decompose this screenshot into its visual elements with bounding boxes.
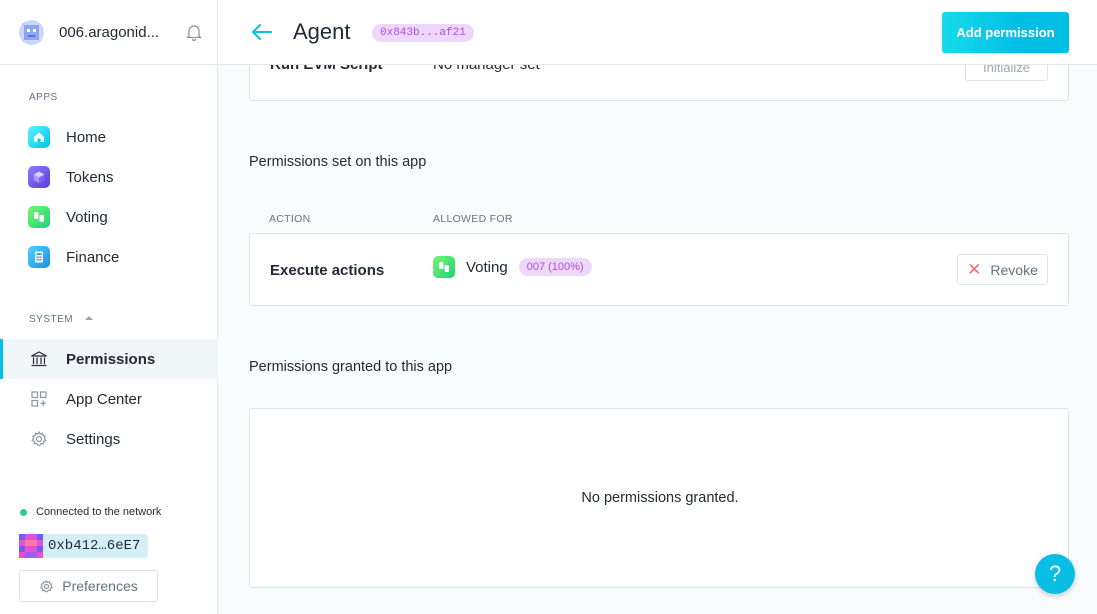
sidebar-item-voting[interactable]: Voting — [0, 197, 218, 237]
empty-state-message: No permissions granted. — [581, 490, 739, 506]
sidebar-item-finance[interactable]: Finance — [0, 237, 218, 277]
sidebar-item-tokens[interactable]: Tokens — [0, 157, 218, 197]
tokens-icon — [28, 166, 50, 188]
column-header-allowed-for: ALLOWED FOR — [433, 213, 513, 225]
finance-icon — [28, 246, 50, 268]
close-icon: ✕ — [967, 259, 982, 279]
app-address-badge[interactable]: 0x843b...af21 — [372, 24, 474, 42]
sidebar-item-label: Tokens — [66, 168, 114, 186]
apps-section-title: APPS — [29, 92, 58, 103]
permission-action: Execute actions — [270, 262, 385, 279]
permissions-set-title: Permissions set on this app — [249, 154, 427, 170]
column-header-action: ACTION — [269, 213, 311, 225]
permission-entity[interactable]: Voting 007 (100%) — [433, 256, 592, 278]
gear-icon — [28, 428, 50, 450]
org-switcher[interactable]: 006.aragonid... — [0, 0, 218, 65]
preferences-label: Preferences — [62, 578, 138, 594]
network-status[interactable]: Connected to the network — [20, 506, 161, 518]
table-row: Execute actions Voting 007 (100%) ✕ Revo… — [249, 233, 1069, 306]
org-avatar — [19, 19, 44, 45]
system-section-label: SYSTEM — [29, 314, 74, 325]
sidebar-item-permissions[interactable]: Permissions — [0, 339, 218, 379]
account-address: 0xb412…6eE7 — [48, 538, 141, 554]
network-status-text: Connected to the network — [36, 506, 162, 518]
help-button[interactable]: ? — [1035, 554, 1075, 594]
sidebar-item-label: Permissions — [66, 350, 156, 368]
sidebar-item-label: Voting — [66, 208, 108, 226]
org-name: 006.aragonid... — [59, 23, 160, 41]
bell-icon[interactable] — [185, 24, 203, 42]
network-status-dot — [20, 508, 27, 516]
entity-name: Voting — [466, 258, 508, 276]
voting-icon — [28, 206, 50, 228]
sidebar-item-label: Settings — [66, 430, 121, 448]
sidebar-item-label: Home — [66, 128, 107, 146]
account-badge[interactable]: 0xb412…6eE7 — [19, 534, 149, 558]
caret-up-icon — [85, 315, 94, 320]
permissions-granted-title: Permissions granted to this app — [249, 359, 453, 375]
sidebar-item-app-center[interactable]: App Center — [0, 379, 218, 419]
system-section-title[interactable]: SYSTEM — [29, 314, 94, 325]
page-title: Agent — [293, 19, 351, 44]
sidebar-item-home[interactable]: Home — [0, 117, 218, 157]
revoke-button[interactable]: ✕ Revoke — [957, 254, 1048, 285]
app-center-icon — [28, 388, 50, 410]
permissions-granted-empty-card: No permissions granted. — [249, 408, 1069, 588]
voting-icon — [433, 256, 455, 278]
preferences-button[interactable]: Preferences — [19, 570, 158, 602]
revoke-label: Revoke — [990, 261, 1038, 278]
gear-icon — [40, 579, 54, 592]
sidebar: 006.aragonid... APPS Home Tokens Voting … — [0, 0, 218, 614]
sidebar-item-label: App Center — [66, 390, 142, 408]
back-arrow-icon[interactable] — [251, 22, 273, 47]
account-blockie-icon — [19, 534, 43, 558]
sidebar-item-settings[interactable]: Settings — [0, 419, 218, 459]
entity-badge: 007 (100%) — [518, 258, 592, 276]
sidebar-item-label: Finance — [66, 248, 120, 266]
add-permission-button[interactable]: Add permission — [942, 12, 1069, 53]
bank-icon — [28, 348, 50, 370]
app-header: Agent 0x843b...af21 Add permission — [219, 0, 1097, 65]
home-icon — [28, 126, 50, 148]
